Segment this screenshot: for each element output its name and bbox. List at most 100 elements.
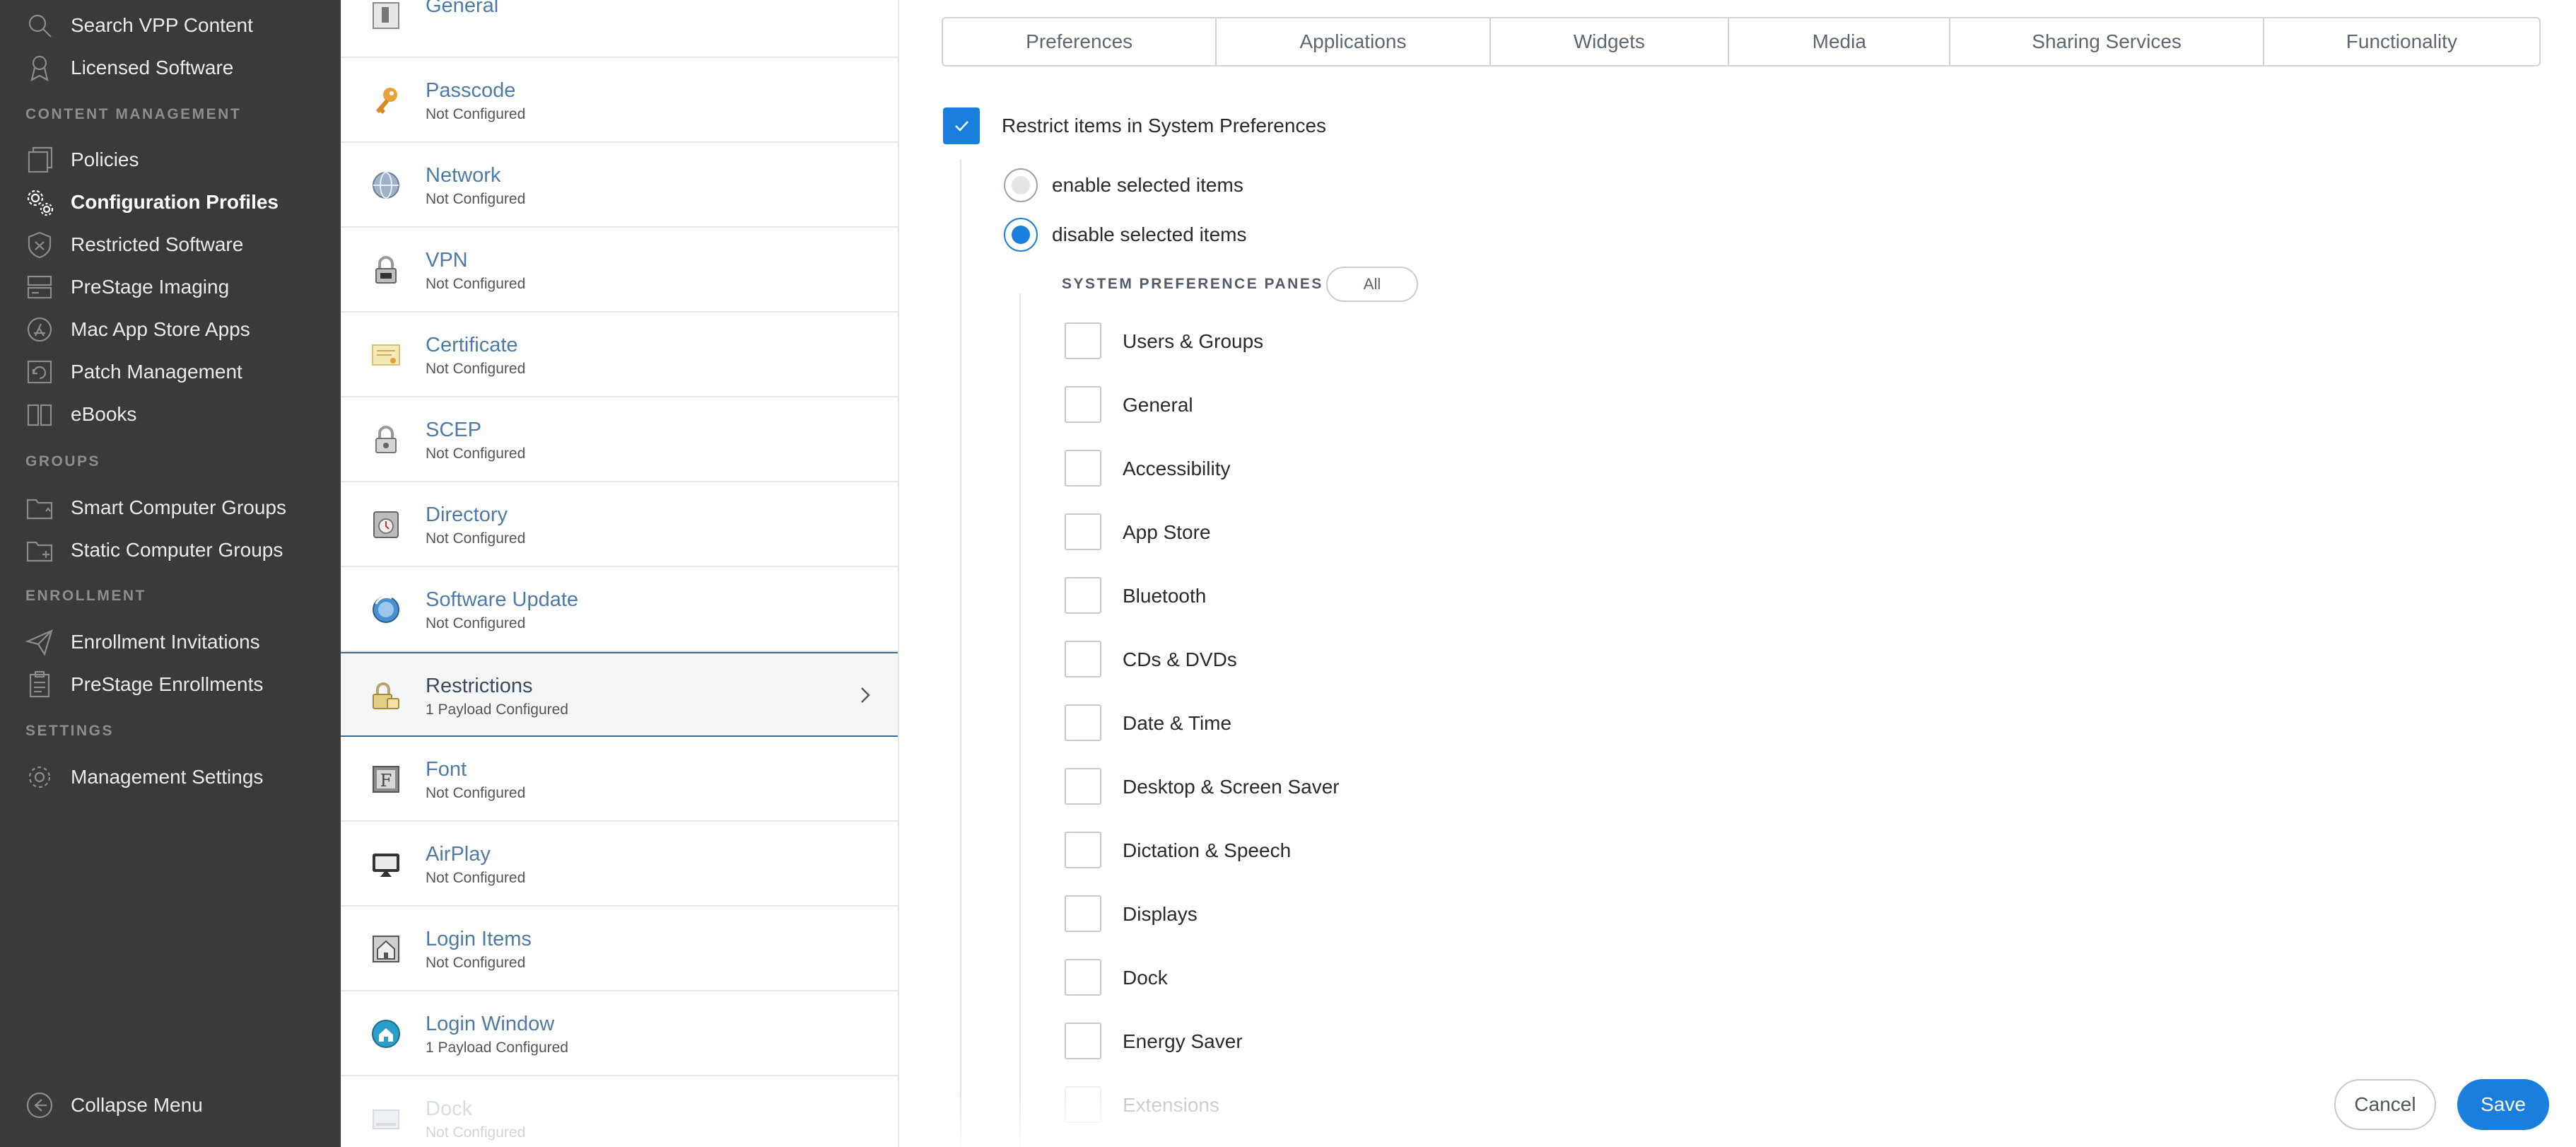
select-all-button[interactable]: All bbox=[1326, 267, 1418, 302]
pane-general-checkbox[interactable]: General bbox=[1065, 386, 1630, 424]
payload-status: Not Configured bbox=[426, 1124, 526, 1141]
payload-vpn[interactable]: VPN Not Configured bbox=[341, 228, 898, 313]
font-icon: F bbox=[369, 762, 403, 796]
section-settings: SETTINGS bbox=[25, 723, 115, 739]
payload-general[interactable]: General bbox=[341, 0, 898, 58]
sidebar-item-enrollment-invitations[interactable]: Enrollment Invitations bbox=[0, 621, 341, 663]
sidebar-item-static-computer-groups[interactable]: Static Computer Groups bbox=[0, 529, 341, 571]
sidebar-item-patch-management[interactable]: Patch Management bbox=[0, 351, 341, 393]
payload-name: Certificate bbox=[426, 334, 518, 356]
sidebar-item-label: PreStage Enrollments bbox=[71, 673, 264, 695]
gear-icon bbox=[24, 187, 55, 218]
checkbox bbox=[1065, 577, 1101, 614]
sidebar-item-label: Restricted Software bbox=[71, 233, 244, 255]
sidebar-item-mac-app-store-apps[interactable]: Mac App Store Apps bbox=[0, 308, 341, 351]
payload-software-update[interactable]: Software Update Not Configured bbox=[341, 567, 898, 652]
certificate-icon bbox=[369, 338, 403, 372]
tab-preferences[interactable]: Preferences bbox=[943, 18, 1217, 65]
enable-selected-items-radio[interactable] bbox=[1004, 168, 1038, 202]
section-enrollment: ENROLLMENT bbox=[25, 588, 146, 604]
tab-bar: Preferences Applications Widgets Media S… bbox=[942, 17, 2541, 66]
sidebar-item-prestage-enrollments[interactable]: PreStage Enrollments bbox=[0, 663, 341, 706]
sidebar-item-management-settings[interactable]: Management Settings bbox=[0, 756, 341, 798]
payload-directory[interactable]: Directory Not Configured bbox=[341, 482, 898, 567]
pane-desktop-screen-saver-checkbox[interactable]: Desktop & Screen Saver bbox=[1065, 768, 1630, 806]
system-preference-panes-title: SYSTEM PREFERENCE PANES bbox=[1062, 276, 1323, 292]
pane-dock-checkbox[interactable]: Dock bbox=[1065, 959, 1630, 997]
tab-functionality[interactable]: Functionality bbox=[2264, 18, 2539, 65]
send-icon bbox=[24, 627, 55, 658]
pane-energy-saver-checkbox[interactable]: Energy Saver bbox=[1065, 1023, 1630, 1061]
tab-applications[interactable]: Applications bbox=[1217, 18, 1491, 65]
tab-sharing-services[interactable]: Sharing Services bbox=[1950, 18, 2264, 65]
disable-selected-items-radio[interactable] bbox=[1004, 218, 1038, 252]
login-window-icon bbox=[369, 1017, 403, 1051]
pane-app-store-checkbox[interactable]: App Store bbox=[1065, 513, 1630, 552]
payload-scep[interactable]: SCEP Not Configured bbox=[341, 397, 898, 482]
patch-icon bbox=[24, 356, 55, 388]
payload-font[interactable]: F Font Not Configured bbox=[341, 737, 898, 822]
indent-guide bbox=[960, 159, 961, 1147]
payload-name: Software Update bbox=[426, 588, 579, 611]
pane-label: General bbox=[1123, 394, 1193, 416]
sidebar-item-policies[interactable]: Policies bbox=[0, 139, 341, 181]
pane-accessibility-checkbox[interactable]: Accessibility bbox=[1065, 450, 1630, 488]
payload-name: Dock bbox=[426, 1097, 473, 1120]
payload-login-window[interactable]: Login Window 1 Payload Configured bbox=[341, 991, 898, 1076]
pane-extensions-checkbox[interactable]: Extensions bbox=[1065, 1086, 1630, 1124]
app-store-icon bbox=[24, 314, 55, 345]
save-button[interactable]: Save bbox=[2457, 1079, 2549, 1130]
software-update-icon bbox=[369, 593, 403, 627]
tab-widgets[interactable]: Widgets bbox=[1491, 18, 1730, 65]
pane-date-time-checkbox[interactable]: Date & Time bbox=[1065, 704, 1630, 743]
sidebar-item-search-vpp-content[interactable]: Search VPP Content bbox=[0, 4, 341, 47]
payload-status: Not Configured bbox=[426, 361, 526, 377]
scep-icon bbox=[369, 423, 403, 457]
sidebar-item-restricted-software[interactable]: Restricted Software bbox=[0, 223, 341, 266]
cancel-button[interactable]: Cancel bbox=[2334, 1079, 2436, 1130]
payload-name: Login Items bbox=[426, 928, 532, 950]
payload-certificate[interactable]: Certificate Not Configured bbox=[341, 313, 898, 397]
payload-network[interactable]: Network Not Configured bbox=[341, 143, 898, 228]
pane-users-groups-checkbox[interactable]: Users & Groups bbox=[1065, 322, 1630, 361]
pane-dictation-speech-checkbox[interactable]: Dictation & Speech bbox=[1065, 832, 1630, 870]
sidebar-item-label: Enrollment Invitations bbox=[71, 631, 260, 653]
pane-label: Displays bbox=[1123, 903, 1198, 925]
sidebar-item-label: Mac App Store Apps bbox=[71, 318, 250, 340]
sidebar-item-label: PreStage Imaging bbox=[71, 276, 230, 298]
book-icon bbox=[24, 399, 55, 430]
section-content-management: CONTENT MANAGEMENT bbox=[25, 106, 242, 122]
payload-dock[interactable]: Dock Not Configured bbox=[341, 1076, 898, 1147]
sidebar-item-smart-computer-groups[interactable]: Smart Computer Groups bbox=[0, 487, 341, 529]
payload-login-items[interactable]: Login Items Not Configured bbox=[341, 907, 898, 991]
restrict-system-preferences-checkbox[interactable] bbox=[943, 107, 980, 144]
sidebar-item-licensed-software[interactable]: Licensed Software bbox=[0, 47, 341, 89]
collapse-menu-button[interactable]: Collapse Menu bbox=[0, 1084, 341, 1126]
section-groups: GROUPS bbox=[25, 453, 101, 470]
payload-airplay[interactable]: AirPlay Not Configured bbox=[341, 822, 898, 907]
pane-displays-checkbox[interactable]: Displays bbox=[1065, 895, 1630, 933]
sidebar-item-configuration-profiles[interactable]: Configuration Profiles bbox=[0, 181, 341, 223]
sidebar-item-label: Management Settings bbox=[71, 766, 264, 788]
pane-label: Date & Time bbox=[1123, 712, 1232, 734]
chevron-right-icon bbox=[861, 687, 870, 703]
payload-passcode[interactable]: Passcode Not Configured bbox=[341, 58, 898, 143]
tab-media[interactable]: Media bbox=[1729, 18, 1951, 65]
payload-status: 1 Payload Configured bbox=[426, 1040, 568, 1056]
sidebar-item-label: Patch Management bbox=[71, 361, 242, 383]
dock-icon bbox=[369, 1102, 403, 1136]
pane-cds-dvds-checkbox[interactable]: CDs & DVDs bbox=[1065, 641, 1630, 679]
checkbox bbox=[1065, 768, 1101, 805]
restrictions-lock-icon bbox=[369, 679, 403, 713]
indent-guide bbox=[1019, 293, 1021, 1147]
restrict-system-preferences-label: Restrict items in System Preferences bbox=[1002, 115, 1327, 136]
payload-restrictions[interactable]: Restrictions 1 Payload Configured bbox=[341, 652, 898, 737]
sidebar-item-prestage-imaging[interactable]: PreStage Imaging bbox=[0, 266, 341, 308]
collapse-menu-label: Collapse Menu bbox=[71, 1094, 203, 1116]
sidebar-item-ebooks[interactable]: eBooks bbox=[0, 393, 341, 436]
payload-list: General Passcode Not Configured Network … bbox=[341, 0, 899, 1147]
payload-status: Not Configured bbox=[426, 530, 526, 547]
checkbox bbox=[1065, 450, 1101, 487]
pane-bluetooth-checkbox[interactable]: Bluetooth bbox=[1065, 577, 1630, 615]
checkbox bbox=[1065, 895, 1101, 932]
